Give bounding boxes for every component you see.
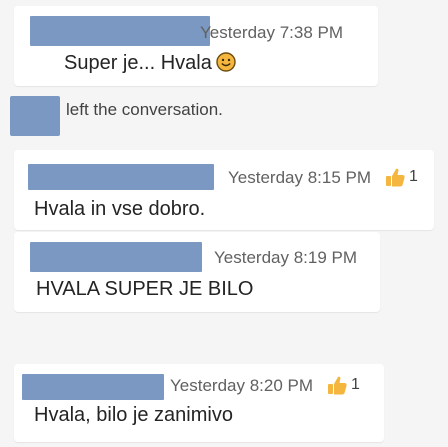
reaction-count: 1: [409, 168, 418, 185]
reaction-badge[interactable]: 1: [384, 166, 418, 188]
smile-emoji-icon: [216, 52, 236, 78]
chat-message[interactable]: Yesterday 8:20 PM 1 Hvala, bilo je zanim…: [14, 364, 384, 442]
sender-name-redacted: [28, 164, 214, 190]
message-text: Hvala, bilo je zanimivo: [34, 404, 233, 426]
chat-message[interactable]: Yesterday 8:15 PM 1 Hvala in vse dobro.: [14, 150, 434, 230]
sender-name-redacted: [22, 374, 164, 400]
sender-name-redacted: [30, 242, 202, 272]
thumbs-up-icon: [326, 374, 348, 396]
message-timestamp: Yesterday 8:19 PM: [214, 248, 358, 267]
message-text: Hvala in vse dobro.: [34, 198, 206, 220]
reaction-count: 1: [351, 376, 360, 393]
message-text-content: Super je... Hvala: [64, 52, 212, 74]
message-text: Super je... Hvala: [64, 52, 236, 78]
sender-name-redacted: [30, 16, 210, 46]
chat-message[interactable]: Yesterday 7:38 PM Super je... Hvala: [14, 6, 378, 86]
reaction-badge[interactable]: 1: [326, 374, 360, 396]
system-event-text: left the conversation.: [66, 100, 223, 119]
thumbs-up-icon: [384, 166, 406, 188]
message-timestamp: Yesterday 8:15 PM: [228, 168, 372, 187]
message-timestamp: Yesterday 7:38 PM: [200, 23, 344, 42]
chat-transcript: Yesterday 7:38 PM Super je... Hvala left…: [0, 0, 448, 447]
participant-avatar-redacted: [10, 96, 60, 136]
message-timestamp: Yesterday 8:20 PM: [170, 376, 314, 395]
chat-message[interactable]: Yesterday 8:19 PM HVALA SUPER JE BILO: [14, 232, 380, 312]
message-text: HVALA SUPER JE BILO: [36, 278, 254, 300]
